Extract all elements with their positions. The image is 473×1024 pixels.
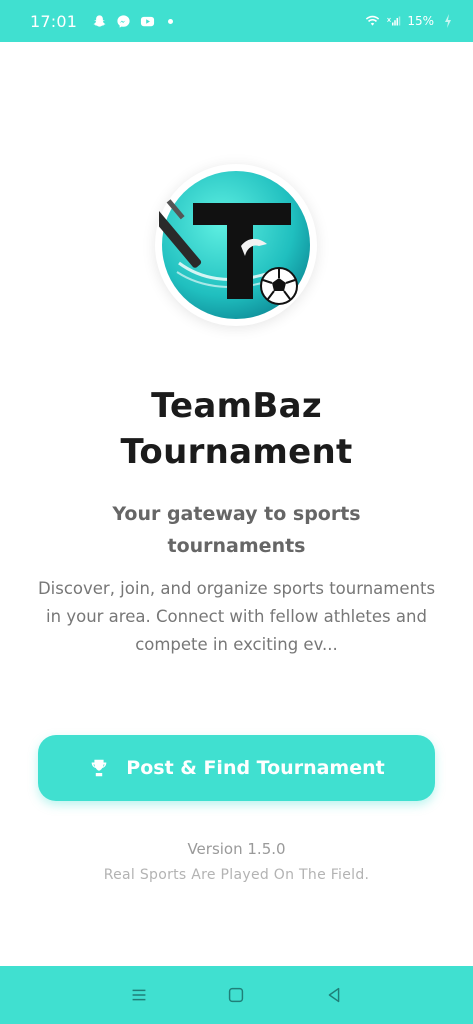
app-subtitle: Your gateway to sports tournaments: [112, 503, 361, 557]
charging-icon: [440, 14, 455, 29]
cta-label: Post & Find Tournament: [126, 757, 385, 779]
tagline-text: Real Sports Are Played On The Field.: [103, 867, 370, 883]
signal-icon: [386, 14, 401, 29]
post-find-tournament-button[interactable]: Post & Find Tournament: [38, 735, 435, 801]
snapchat-icon: [92, 14, 107, 29]
menu-icon[interactable]: [127, 983, 151, 1007]
version-text: Version 1.5.0: [187, 840, 286, 858]
status-bar: 17:01 15%: [0, 0, 473, 42]
messenger-icon: [116, 14, 131, 29]
status-time: 17:01: [30, 11, 78, 31]
app-logo: [155, 164, 317, 326]
system-nav-bar: [0, 966, 473, 1024]
status-left: 17:01: [30, 11, 174, 31]
home-square-icon[interactable]: [224, 983, 248, 1007]
more-notifications-dot: [168, 18, 174, 24]
app-title: TeamBaz Tournament: [120, 386, 353, 472]
status-right: 15%: [365, 14, 455, 29]
wifi-icon: [365, 14, 380, 29]
battery-percent: 15%: [407, 14, 434, 28]
app-description: Discover, join, and organize sports tour…: [37, 579, 436, 654]
teambaz-logo-icon: [159, 171, 310, 319]
back-triangle-icon[interactable]: [322, 983, 346, 1007]
trophy-icon: [88, 757, 110, 779]
youtube-icon: [140, 14, 155, 29]
